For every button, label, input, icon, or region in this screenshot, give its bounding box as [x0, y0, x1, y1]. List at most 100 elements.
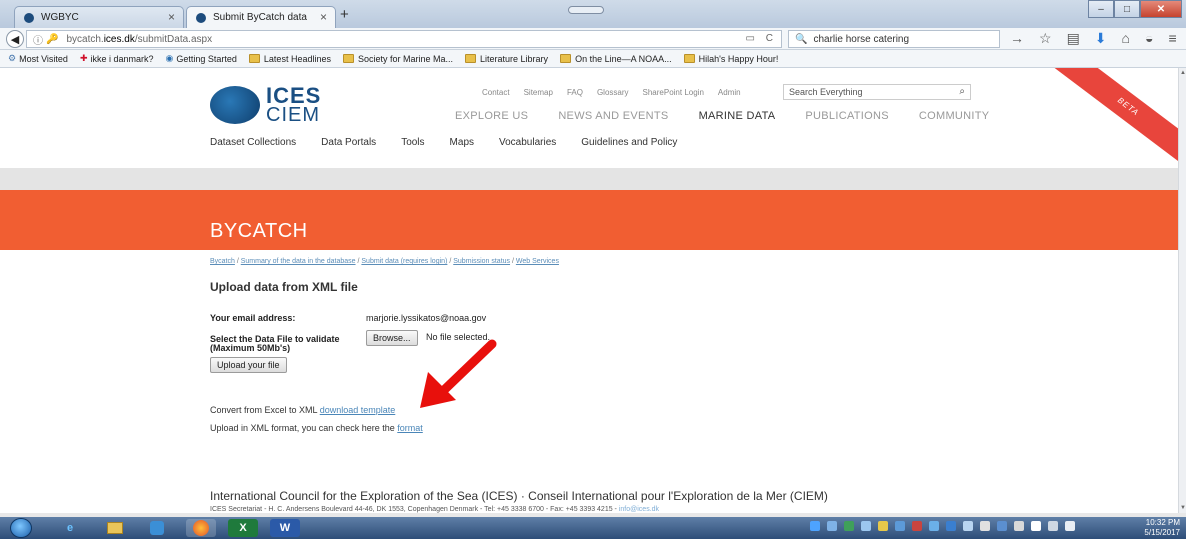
bookmark-label: On the Line—A NOAA... — [575, 53, 672, 64]
tray-app-icon[interactable] — [895, 521, 905, 531]
tab-close-icon[interactable]: × — [320, 10, 327, 24]
breadcrumb-submission-status[interactable]: Submission status — [453, 258, 510, 265]
internet-explorer-icon[interactable]: e — [55, 519, 85, 537]
tray-app-icon[interactable] — [929, 521, 939, 531]
url-prefix: bycatch. — [66, 33, 104, 45]
breadcrumb-bycatch[interactable]: Bycatch — [210, 258, 235, 265]
link-faq[interactable]: FAQ — [567, 88, 583, 97]
subnav-maps[interactable]: Maps — [450, 137, 474, 148]
flag-icon[interactable] — [1014, 521, 1024, 531]
bookmark-most-visited[interactable]: ⚙ Most Visited — [4, 53, 72, 64]
clock-date: 5/15/2017 — [1144, 528, 1180, 537]
tray-app-icon[interactable] — [827, 521, 837, 531]
tray-app-icon[interactable] — [878, 521, 888, 531]
browse-button[interactable]: Browse... — [366, 330, 418, 346]
tray-app-icon[interactable] — [810, 521, 820, 531]
media-player-icon[interactable] — [142, 519, 172, 537]
reader-view-icon[interactable]: ▭ — [746, 33, 755, 44]
link-sitemap[interactable]: Sitemap — [524, 88, 553, 97]
nav-explore-us[interactable]: EXPLORE US — [455, 110, 528, 122]
subnav-data-portals[interactable]: Data Portals — [321, 137, 376, 148]
tray-app-icon[interactable] — [912, 521, 922, 531]
tab-close-icon[interactable]: × — [168, 10, 175, 24]
reload-icon[interactable]: C — [766, 33, 773, 44]
nav-publications[interactable]: PUBLICATIONS — [805, 110, 888, 122]
go-arrow-icon[interactable]: → — [1010, 30, 1024, 47]
battery-icon[interactable] — [1031, 521, 1041, 531]
tray-app-icon[interactable] — [946, 521, 956, 531]
bookmark-literature-library[interactable]: Literature Library — [461, 54, 552, 64]
bookmark-on-the-line[interactable]: On the Line—A NOAA... — [556, 54, 676, 64]
breadcrumb: Bycatch / Summary of the data in the dat… — [210, 258, 559, 265]
subnav-dataset-collections[interactable]: Dataset Collections — [210, 137, 296, 148]
windows-start-icon[interactable] — [10, 518, 32, 538]
library-icon[interactable]: ▤ — [1067, 30, 1080, 47]
link-admin[interactable]: Admin — [718, 88, 741, 97]
gear-icon: ⚙ — [8, 53, 17, 63]
search-value: charlie horse catering — [813, 33, 910, 45]
file-explorer-icon[interactable] — [100, 519, 130, 537]
bookmark-star-icon[interactable]: ☆ — [1039, 30, 1052, 47]
bookmark-label: Latest Headlines — [263, 53, 331, 64]
tab-submit-bycatch[interactable]: Submit ByCatch data × — [186, 6, 336, 28]
format-link[interactable]: format — [397, 423, 423, 433]
system-clock[interactable]: 10:32 PM 5/15/2017 — [1144, 518, 1180, 538]
scroll-down-icon[interactable]: ▼ — [1180, 505, 1186, 511]
tray-app-icon[interactable] — [997, 521, 1007, 531]
bookmark-getting-started[interactable]: ◉ Getting Started — [162, 53, 241, 64]
network-icon[interactable] — [980, 521, 990, 531]
word-icon[interactable]: W — [270, 519, 300, 537]
subnav-tools[interactable]: Tools — [401, 137, 424, 148]
footer-address: ICES Secretariat - H. C. Andersens Boule… — [210, 506, 659, 513]
scroll-up-icon[interactable]: ▲ — [1180, 70, 1186, 76]
window-controls: – □ ✕ — [1088, 0, 1182, 18]
minimize-icon[interactable]: – — [1088, 0, 1114, 18]
bookmark-label: ikke i danmark? — [90, 53, 154, 64]
url-bar[interactable]: ⓘ 🔑 bycatch. ices.dk/submitData.aspx ▭ C — [26, 30, 782, 48]
excel-icon[interactable]: X — [228, 519, 258, 537]
link-sharepoint-login[interactable]: SharePoint Login — [643, 88, 704, 97]
globe-icon — [210, 86, 260, 124]
pocket-icon[interactable]: ◒ — [1145, 30, 1153, 47]
tray-app-icon[interactable] — [861, 521, 871, 531]
bookmark-society-marine[interactable]: Society for Marine Ma... — [339, 54, 457, 64]
tray-app-icon[interactable] — [963, 521, 973, 531]
footer-email-link[interactable]: info@ices.dk — [619, 506, 659, 513]
maximize-icon[interactable]: □ — [1114, 0, 1140, 18]
subnav-guidelines-policy[interactable]: Guidelines and Policy — [581, 137, 677, 148]
breadcrumb-submit-data[interactable]: Submit data (requires login) — [361, 258, 447, 265]
close-window-icon[interactable]: ✕ — [1140, 0, 1182, 18]
vertical-scrollbar[interactable]: ▲ ▼ — [1178, 68, 1186, 513]
volume-icon[interactable] — [1065, 521, 1075, 531]
bookmark-ikke-i-danmark[interactable]: ✚ ikke i danmark? — [76, 53, 158, 64]
site-search-input[interactable]: Search Everything ⌕ — [783, 84, 971, 100]
folder-icon — [683, 54, 695, 63]
nav-news-and-events[interactable]: NEWS AND EVENTS — [558, 110, 668, 122]
tab-wgbyc[interactable]: WGBYC × — [14, 6, 184, 28]
subnav-vocabularies[interactable]: Vocabularies — [499, 137, 556, 148]
nav-marine-data[interactable]: MARINE DATA — [699, 110, 776, 122]
search-icon[interactable]: ⌕ — [959, 86, 965, 97]
download-template-link[interactable]: download template — [320, 405, 396, 415]
breadcrumb-web-services[interactable]: Web Services — [516, 258, 559, 265]
beta-ribbon: BETA — [1052, 68, 1178, 169]
home-icon[interactable]: ⌂ — [1122, 30, 1130, 47]
bookmark-happy-hour[interactable]: Hilah's Happy Hour! — [680, 54, 783, 64]
firefox-taskbar-icon[interactable] — [186, 519, 216, 537]
nav-community[interactable]: COMMUNITY — [919, 110, 990, 122]
bookmark-latest-headlines[interactable]: Latest Headlines — [245, 54, 335, 64]
upload-file-button[interactable]: Upload your file — [210, 357, 287, 373]
back-arrow-icon[interactable]: ◀ — [6, 30, 24, 48]
signal-icon[interactable] — [1048, 521, 1058, 531]
ices-logo[interactable]: ICES CIEM — [210, 82, 320, 128]
menu-icon[interactable]: ≡ — [1168, 30, 1176, 47]
link-contact[interactable]: Contact — [482, 88, 510, 97]
browser-search-box[interactable]: 🔍 charlie horse catering — [788, 30, 1000, 48]
breadcrumb-summary[interactable]: Summary of the data in the database — [241, 258, 356, 265]
bookmark-label: Most Visited — [19, 53, 68, 64]
link-glossary[interactable]: Glossary — [597, 88, 629, 97]
info-icon: ⓘ — [33, 35, 43, 47]
tray-app-icon[interactable] — [844, 521, 854, 531]
download-icon[interactable]: ⬇ — [1095, 30, 1107, 47]
new-tab-icon[interactable]: + — [340, 6, 349, 23]
